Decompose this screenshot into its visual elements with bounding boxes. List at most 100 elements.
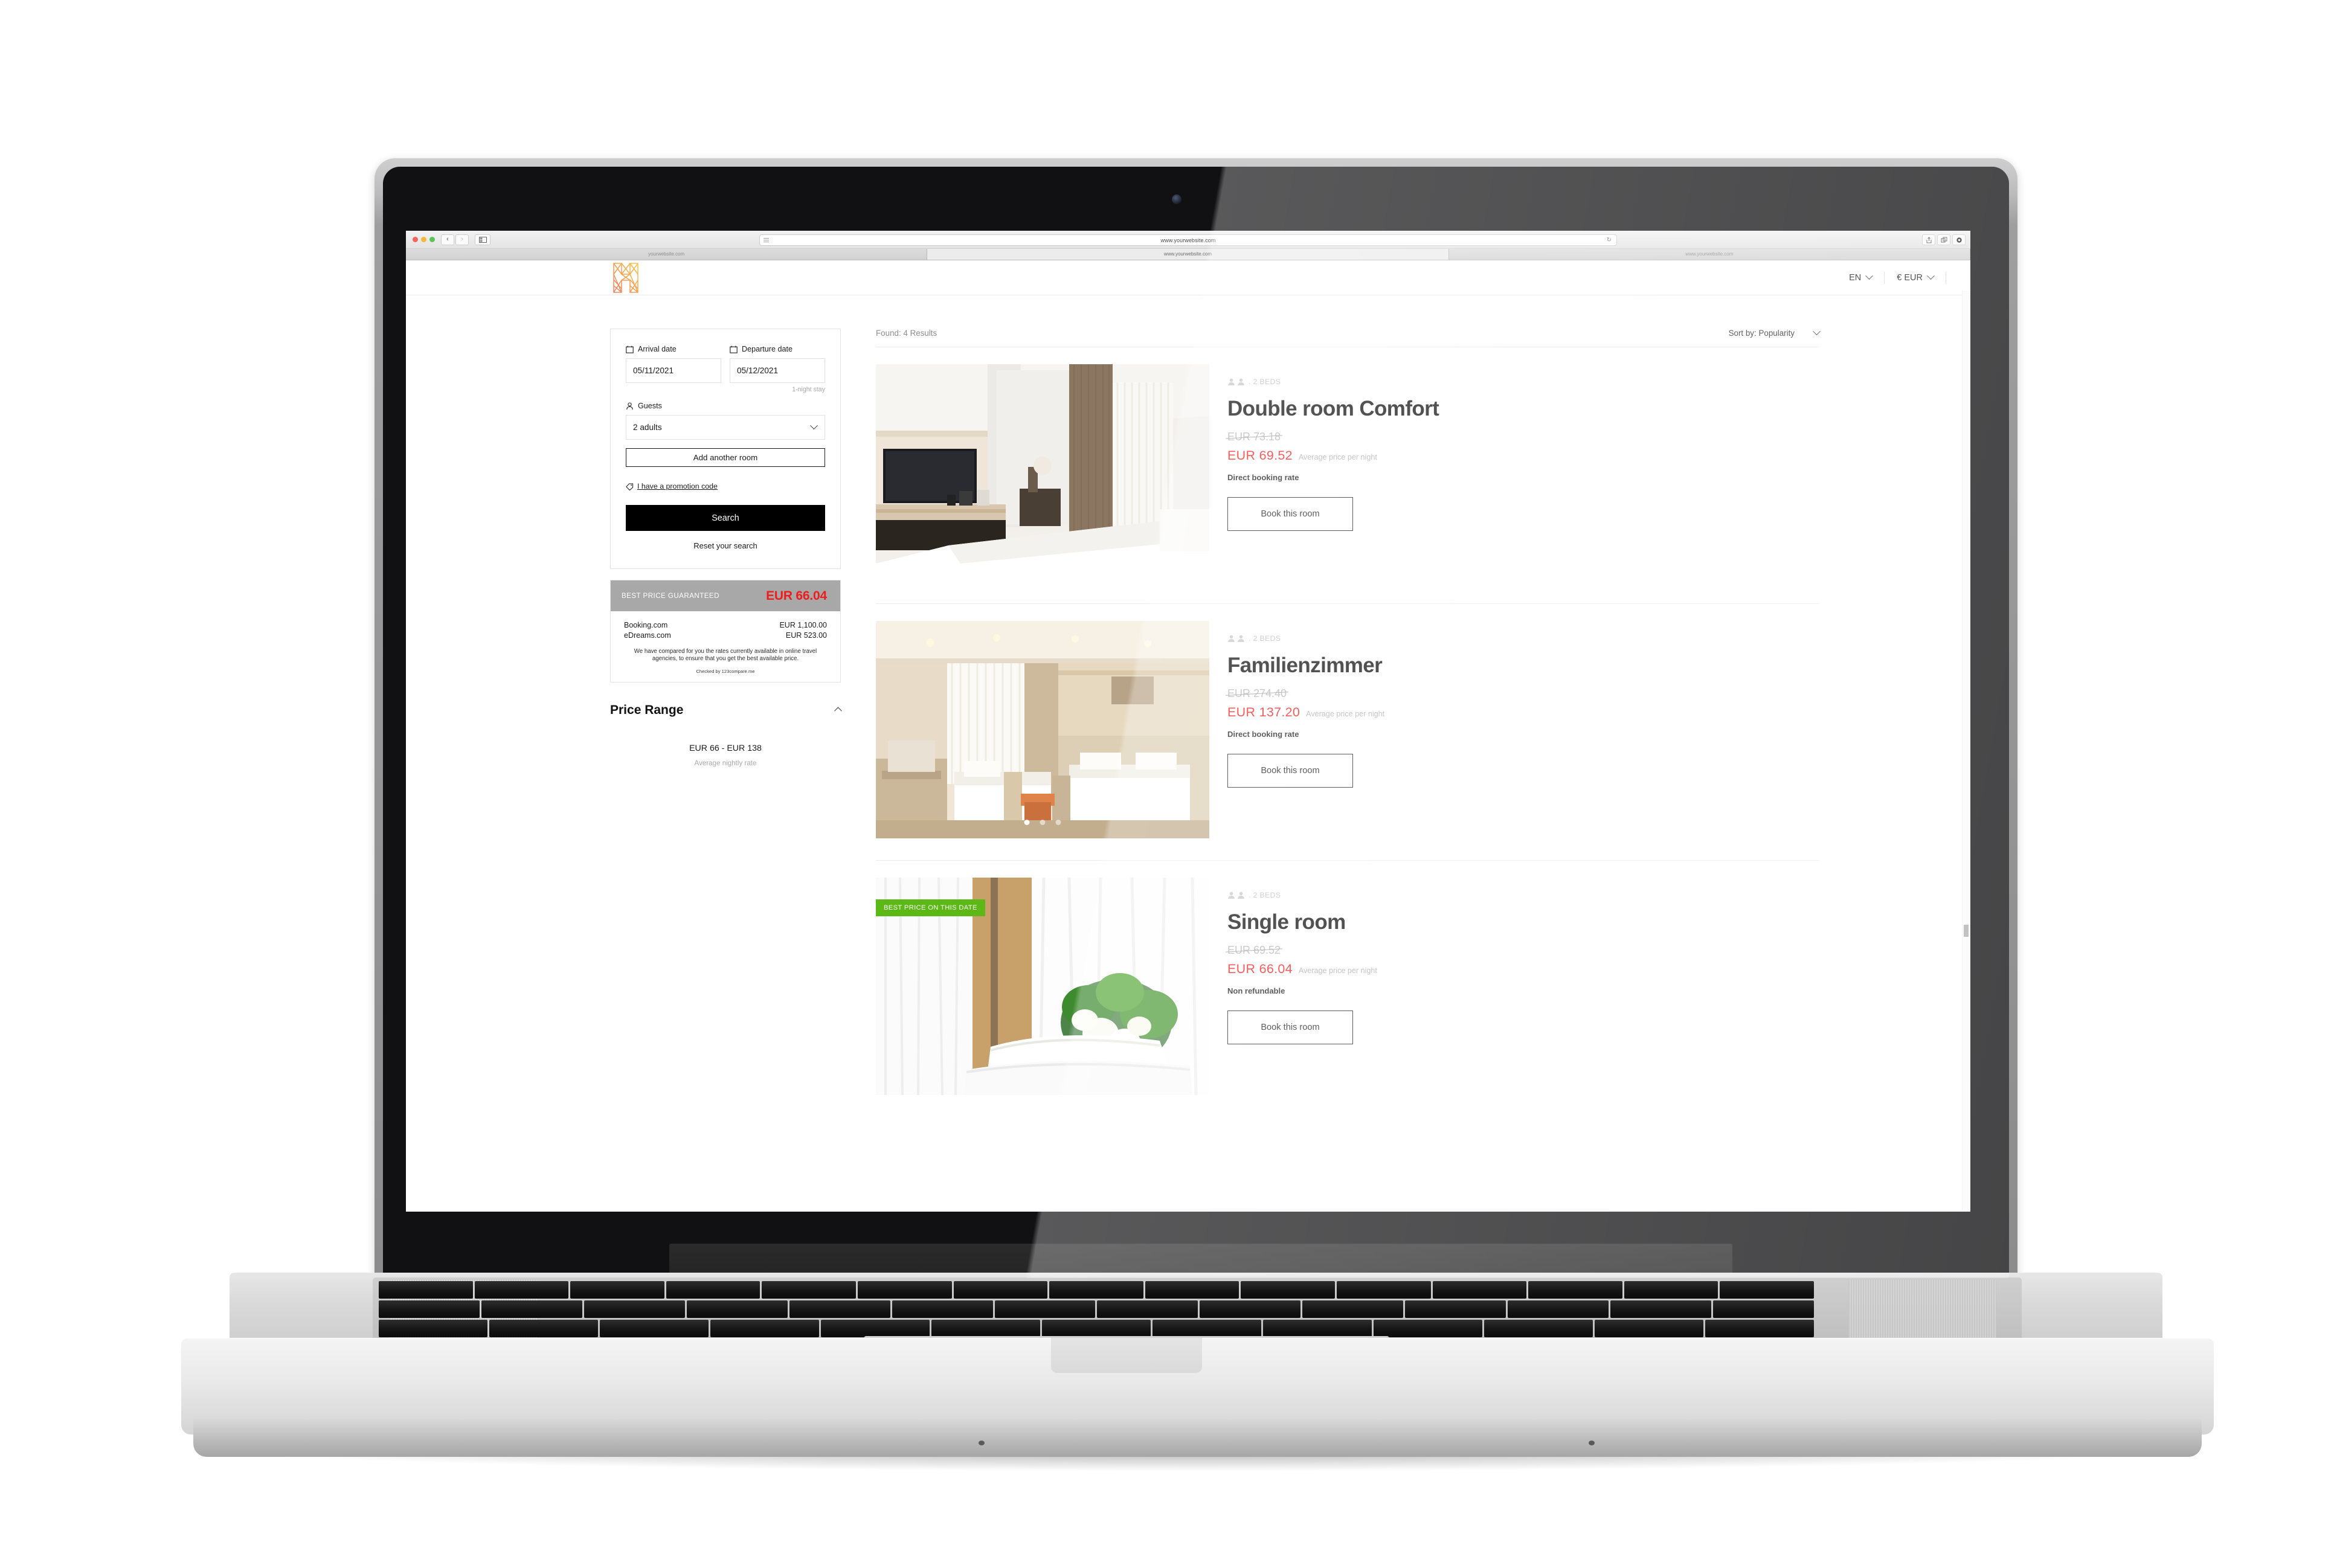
- room-result-card: . 2 BEDS Double room Comfort EUR 73.18 E…: [876, 347, 1819, 604]
- room-price-note: Average price per night: [1298, 453, 1377, 461]
- chevron-up-icon[interactable]: [834, 707, 842, 715]
- promotion-code-link[interactable]: I have a promotion code: [637, 482, 718, 490]
- vertical-scrollbar[interactable]: [1962, 291, 1970, 1211]
- room-info: . 2 BEDS Double room Comfort EUR 73.18 E…: [1209, 364, 1439, 582]
- guest-icons: [1227, 378, 1245, 386]
- minimize-button[interactable]: [421, 237, 426, 242]
- tabs-icon[interactable]: [1937, 234, 1950, 245]
- reader-view-icon[interactable]: [764, 237, 769, 243]
- sort-by-dropdown[interactable]: Sort by: Popularity: [1728, 327, 1821, 338]
- chevron-down-icon: [1927, 272, 1935, 280]
- guests-field: Guests 2 adults: [626, 402, 825, 440]
- beds-info: . 2 BEDS: [1227, 891, 1377, 899]
- maximize-button[interactable]: [429, 237, 435, 242]
- chevron-down-icon: [810, 422, 818, 430]
- carousel-dot[interactable]: [1040, 563, 1046, 568]
- key: [821, 1320, 930, 1337]
- key: [379, 1300, 480, 1318]
- arrival-date-field: Arrival date 05/11/2021: [626, 345, 721, 383]
- scrollbar-thumb[interactable]: [1964, 925, 1969, 937]
- key: [931, 1320, 1040, 1337]
- arrival-date-input[interactable]: 05/11/2021: [626, 358, 721, 383]
- departure-date-field: Departure date 05/12/2021: [730, 345, 825, 383]
- beds-label: . 2 BEDS: [1249, 634, 1281, 643]
- double-room-comfort-photo[interactable]: [876, 364, 1209, 582]
- reload-icon[interactable]: ↻: [1607, 237, 1612, 243]
- book-this-room-button[interactable]: Book this room: [1227, 497, 1353, 531]
- guests-label: Guests: [638, 402, 662, 410]
- price-range-value: EUR 66 - EUR 138: [689, 743, 762, 753]
- key: [379, 1281, 473, 1299]
- key: [1241, 1281, 1335, 1299]
- page-content: EN € EUR Arrival date 05/11/2021 Departu…: [406, 260, 1970, 1211]
- browser-toolbar: ‹ › www.yourwebsite.com ↻: [406, 231, 1970, 249]
- reset-search-link[interactable]: Reset your search: [626, 541, 825, 550]
- key: [379, 1320, 487, 1337]
- sidebar-toggle-icon[interactable]: [475, 234, 490, 245]
- browser-tab-active[interactable]: www.yourwebsite.com: [927, 248, 1449, 260]
- key: [489, 1320, 598, 1337]
- single-room-photo[interactable]: BEST PRICE ON THIS DATE: [876, 878, 1209, 1095]
- familienzimmer-photo[interactable]: [876, 621, 1209, 838]
- key: [666, 1281, 760, 1299]
- book-this-room-button[interactable]: Book this room: [1227, 1011, 1353, 1044]
- guests-value: 2 adults: [633, 423, 662, 432]
- person-icon: [626, 402, 634, 410]
- browser-tab[interactable]: yourwebsite.com: [406, 248, 928, 260]
- key: [1049, 1281, 1143, 1299]
- book-this-room-button[interactable]: Book this room: [1227, 754, 1353, 788]
- guest-icons: [1227, 635, 1245, 643]
- speaker-right: [1848, 1280, 1996, 1339]
- results-count: Found: 4 Results: [876, 329, 937, 338]
- key: [474, 1281, 569, 1299]
- carousel-dots[interactable]: [1024, 820, 1061, 825]
- calendar-icon: [730, 345, 738, 353]
- promotion-code-row[interactable]: I have a promotion code: [626, 482, 825, 490]
- departure-date-input[interactable]: 05/12/2021: [730, 358, 825, 383]
- key: [1200, 1300, 1301, 1318]
- add-another-room-button[interactable]: Add another room: [626, 448, 825, 467]
- carousel-dot-active[interactable]: [1024, 820, 1030, 825]
- key: [1528, 1281, 1622, 1299]
- comparison-site: Booking.com: [624, 620, 668, 629]
- language-selector[interactable]: EN: [1837, 270, 1884, 286]
- carousel-dot[interactable]: [1040, 820, 1046, 825]
- carousel-dot[interactable]: [1055, 820, 1061, 825]
- window-controls[interactable]: [413, 237, 435, 242]
- close-button[interactable]: [413, 237, 418, 242]
- key: [857, 1281, 952, 1299]
- browser-tab[interactable]: www.yourwebsite.com: [1449, 248, 1970, 260]
- hotel-h-logo[interactable]: [610, 262, 641, 294]
- currency-label: € EUR: [1897, 272, 1923, 283]
- key: [1595, 1320, 1703, 1337]
- laptop-latch-notch: [1051, 1338, 1202, 1373]
- room-info: . 2 BEDS Familienzimmer EUR 274.40 EUR 1…: [1209, 621, 1384, 838]
- sort-by-label: Sort by: Popularity: [1728, 329, 1795, 338]
- currency-selector[interactable]: € EUR: [1885, 270, 1946, 286]
- key: [762, 1281, 856, 1299]
- comparison-price: EUR 523.00: [785, 631, 827, 640]
- back-button[interactable]: ‹: [441, 234, 454, 245]
- room-old-price: EUR 274.40: [1227, 687, 1287, 699]
- best-price-guaranteed-box: BEST PRICE GUARANTEED EUR 66.04 Booking.…: [610, 580, 841, 683]
- address-bar[interactable]: www.yourwebsite.com ↻: [759, 234, 1617, 246]
- key: [1432, 1281, 1527, 1299]
- price-range-header[interactable]: Price Range: [610, 703, 842, 718]
- share-icon[interactable]: [1922, 234, 1935, 245]
- carousel-dot-active[interactable]: [1024, 563, 1030, 568]
- best-price-badge: BEST PRICE ON THIS DATE: [876, 899, 985, 916]
- guests-select[interactable]: 2 adults: [626, 415, 825, 440]
- carousel-dot[interactable]: [1055, 563, 1061, 568]
- navigation-buttons[interactable]: ‹ ›: [441, 234, 469, 245]
- beds-info: . 2 BEDS: [1227, 634, 1384, 643]
- carousel-dots[interactable]: [1024, 563, 1061, 568]
- best-price-amount: EUR 66.04: [766, 588, 827, 603]
- search-button[interactable]: Search: [626, 505, 825, 531]
- settings-icon[interactable]: [1952, 234, 1966, 245]
- key: [1374, 1320, 1482, 1337]
- forward-button[interactable]: ›: [455, 234, 469, 245]
- room-title: Double room Comfort: [1227, 397, 1439, 420]
- laptop-base-bottom: [193, 1419, 2202, 1457]
- key: [994, 1300, 1096, 1318]
- key: [481, 1300, 582, 1318]
